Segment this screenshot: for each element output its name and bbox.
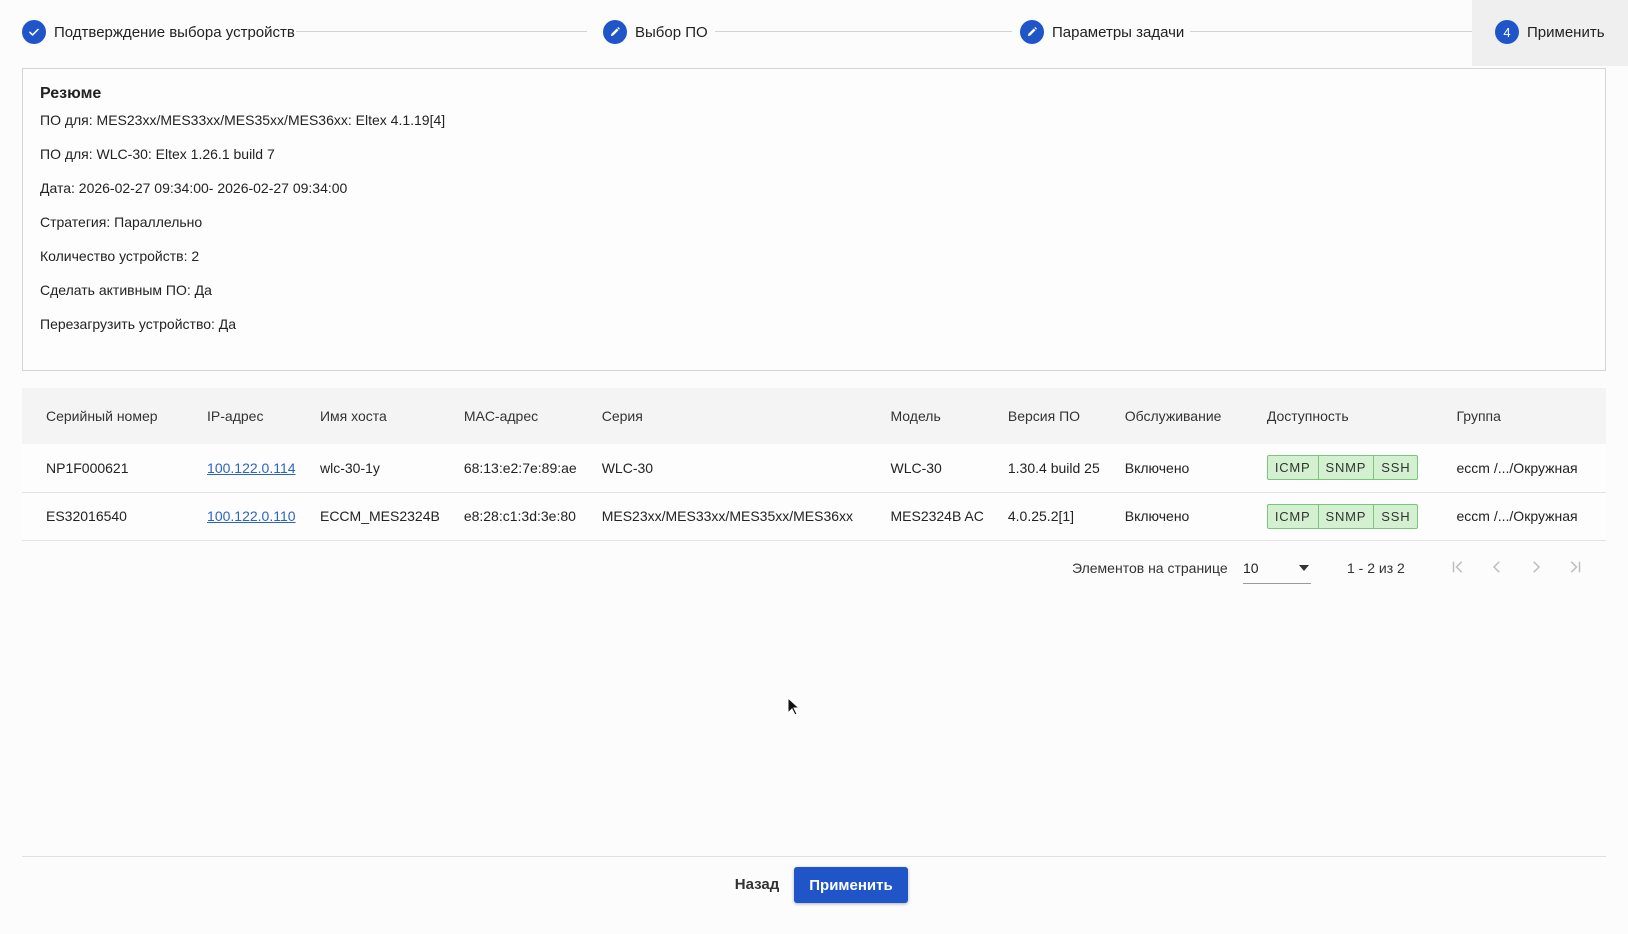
column-header[interactable]: Обслуживание xyxy=(1101,388,1243,444)
cell-model: MES2324B AC xyxy=(890,508,984,524)
summary-title: Резюме xyxy=(40,85,102,102)
cell-group: eccm /.../Окружная xyxy=(1456,508,1578,524)
column-header[interactable]: Версия ПО xyxy=(984,388,1101,444)
cell-host: wlc-30-1y xyxy=(319,459,380,476)
column-header[interactable]: IP-адрес xyxy=(183,388,296,444)
column-header[interactable]: Модель xyxy=(866,388,983,444)
step-number-badge: 4 xyxy=(1495,20,1519,44)
step-label: Подтверждение выбора устройств xyxy=(54,23,295,41)
stepper: Подтверждение выбора устройств Выбор ПО … xyxy=(0,0,1628,66)
step-label: Выбор ПО xyxy=(635,23,708,41)
cell-ip: 100.122.0.114 xyxy=(183,444,296,492)
step-label: Применить xyxy=(1527,23,1605,41)
step-confirm-devices[interactable]: Подтверждение выбора устройств xyxy=(22,18,295,46)
per-page-label: Элементов на странице xyxy=(1072,560,1228,576)
badge-ssh: SSH xyxy=(1373,504,1417,528)
cell-availability: ICMP SNMP SSH xyxy=(1243,492,1433,540)
cell-service: Включено xyxy=(1124,459,1190,476)
step-connector xyxy=(296,31,587,32)
cell-mac: e8:28:c1:3d:3e:80 xyxy=(463,508,576,524)
summary-row-device-count: Количество устройств: 2 xyxy=(40,248,200,264)
devices-table: Серийный номер IP-адрес Имя хоста MAC-ад… xyxy=(22,388,1606,541)
page-range: 1 - 2 из 2 xyxy=(1347,560,1405,576)
next-page-icon[interactable] xyxy=(1524,555,1548,579)
table-row[interactable]: NP1F000621 100.122.0.114 wlc-30-1y 68:13… xyxy=(22,444,1606,492)
pencil-icon xyxy=(1020,20,1044,44)
cell-version: 4.0.25.2[1] xyxy=(1007,508,1075,524)
step-select-software[interactable]: Выбор ПО xyxy=(603,18,708,46)
step-connector xyxy=(715,31,1012,32)
prev-page-icon[interactable] xyxy=(1485,555,1509,579)
cell-host: ECCM_MES2324B xyxy=(319,508,440,524)
badge-icmp: ICMP xyxy=(1274,460,1311,476)
summary-row-make-active: Сделать активным ПО: Да xyxy=(40,282,212,298)
availability-badges: ICMP SNMP SSH xyxy=(1266,455,1419,481)
caret-down-icon xyxy=(1299,565,1309,571)
step-connector xyxy=(1190,31,1472,32)
badge-ssh: SSH xyxy=(1373,456,1417,480)
badge-icmp: ICMP xyxy=(1274,508,1311,524)
column-header[interactable]: MAC-адрес xyxy=(440,388,578,444)
cell-version: 1.30.4 build 25 xyxy=(1007,459,1100,476)
per-page-select[interactable]: 10 xyxy=(1243,552,1311,584)
cell-availability: ICMP SNMP SSH xyxy=(1243,444,1433,492)
cell-service: Включено xyxy=(1124,508,1190,524)
availability-badges: ICMP SNMP SSH xyxy=(1266,503,1419,529)
column-header[interactable]: Доступность xyxy=(1243,388,1433,444)
check-icon xyxy=(22,20,46,44)
column-header[interactable]: Имя хоста xyxy=(296,388,440,444)
summary-card: Резюме ПО для: MES23xx/MES33xx/MES35xx/M… xyxy=(22,68,1606,371)
cell-series: WLC-30 xyxy=(601,459,654,476)
cell-mac: 68:13:e2:7e:89:ae xyxy=(463,459,577,476)
step-apply[interactable]: 4 Применить xyxy=(1495,18,1605,46)
column-header[interactable]: Группа xyxy=(1433,388,1606,444)
step-task-params[interactable]: Параметры задачи xyxy=(1020,18,1184,46)
cell-ip: 100.122.0.110 xyxy=(183,492,296,540)
per-page-value: 10 xyxy=(1243,559,1259,576)
last-page-icon[interactable] xyxy=(1563,555,1587,579)
first-page-icon[interactable] xyxy=(1446,555,1470,579)
cell-series: MES23xx/MES33xx/MES35xx/MES36xx xyxy=(601,508,854,524)
cell-group: eccm /.../Окружная xyxy=(1456,459,1578,476)
ip-link[interactable]: 100.122.0.110 xyxy=(207,508,296,524)
badge-snmp: SNMP xyxy=(1317,504,1374,528)
summary-row-software-mes: ПО для: MES23xx/MES33xx/MES35xx/MES36xx:… xyxy=(40,112,446,128)
table-header-row: Серийный номер IP-адрес Имя хоста MAC-ад… xyxy=(22,388,1606,444)
cell-model: WLC-30 xyxy=(890,459,942,476)
mouse-cursor-icon xyxy=(787,697,801,716)
column-header[interactable]: Серия xyxy=(578,388,867,444)
summary-row-date: Дата: 2026-02-27 09:34:00- 2026-02-27 09… xyxy=(40,180,348,196)
footer-divider xyxy=(22,856,1606,857)
table-row[interactable]: ES32016540 100.122.0.110 ECCM_MES2324B e… xyxy=(22,492,1606,540)
summary-row-strategy: Стратегия: Параллельно xyxy=(40,214,203,230)
summary-row-software-wlc: ПО для: WLC-30: Eltex 1.26.1 build 7 xyxy=(40,146,275,162)
column-header[interactable]: Серийный номер xyxy=(22,388,183,444)
ip-link[interactable]: 100.122.0.114 xyxy=(207,460,296,476)
back-button[interactable]: Назад xyxy=(728,867,786,901)
step-label: Параметры задачи xyxy=(1052,23,1185,41)
apply-button[interactable]: Применить xyxy=(794,867,908,903)
cell-serial: NP1F000621 xyxy=(46,459,129,476)
badge-snmp: SNMP xyxy=(1317,456,1374,480)
cell-serial: ES32016540 xyxy=(46,508,127,524)
pencil-icon xyxy=(603,20,627,44)
summary-row-reboot: Перезагрузить устройство: Да xyxy=(40,316,237,332)
